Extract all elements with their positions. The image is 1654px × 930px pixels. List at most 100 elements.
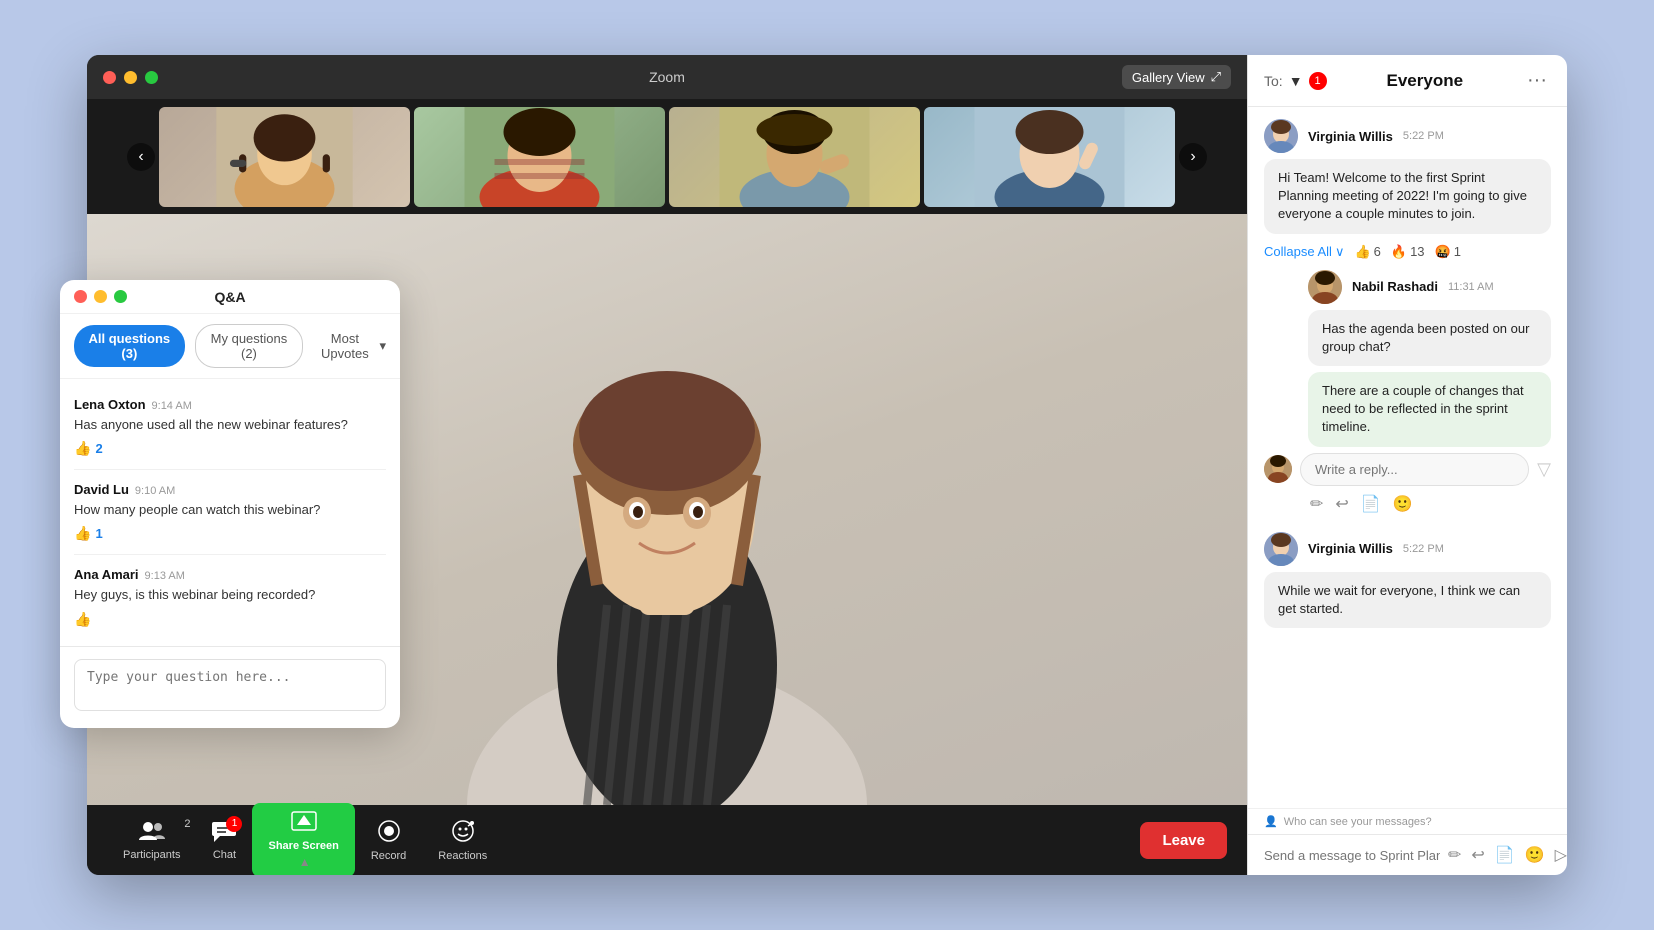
thumbs-up-icon-3: 👍 [74,611,91,628]
qa-q2-like-count: 1 [95,526,102,541]
chat-send-icon[interactable]: ▷ [1555,845,1567,865]
chat-header: To: ▼ 1 Everyone ··· [1248,55,1567,107]
record-button[interactable]: Record [355,813,422,868]
chat-format-icon[interactable]: ✏ [1448,845,1461,865]
participants-icon [139,820,165,846]
qa-q1-like-count: 2 [95,441,102,456]
gallery-view-button[interactable]: Gallery View ⤢ [1122,65,1231,89]
participant-thumb-1 [159,107,410,207]
qa-title: Q&A [214,289,245,305]
virginia-avatar-svg [1264,119,1298,153]
nabil-bubble: Has the agenda been posted on our group … [1308,310,1551,366]
qa-window-controls [74,290,127,303]
strip-prev-button[interactable]: ‹ [127,143,155,171]
chat-toolbar-actions: ✏ ↩ 📄 🙂 ▷ [1448,845,1567,865]
presenter-svg [367,325,967,805]
chat-panel-title: Everyone [1387,71,1464,91]
privacy-text: Who can see your messages? [1284,816,1432,828]
reactions-icon [451,819,475,847]
chat-message-2: Virginia Willis 5:22 PM While we wait fo… [1264,532,1551,628]
participant-thumb-3 [669,107,920,207]
qa-q2-header: David Lu 9:10 AM [74,482,386,497]
reply-avatar [1264,455,1292,483]
reply-action-bar: ✏ ↩ 📄 🙂 [1264,492,1551,516]
privacy-note: 👤 Who can see your messages? [1248,808,1567,834]
qa-q1-header: Lena Oxton 9:14 AM [74,397,386,412]
qa-q2-asker: David Lu [74,482,129,497]
qa-tabs: All questions (3) My questions (2) Most … [60,314,400,379]
participants-count: 2 [184,818,190,830]
qa-question-input[interactable] [74,659,386,711]
qa-minimize-button[interactable] [94,290,107,303]
collapse-all-label: Collapse All [1264,244,1332,259]
privacy-icon: 👤 [1264,815,1278,828]
participant-4-svg [924,107,1175,207]
reactions-button[interactable]: Reactions [422,813,503,868]
record-icon [377,819,401,847]
chat-message-1: Virginia Willis 5:22 PM Hi Team! Welcome… [1264,119,1551,516]
chat-file-icon[interactable]: 📄 [1495,845,1515,865]
share-screen-button[interactable]: Share Screen ▲ [252,803,354,875]
qa-question-2: David Lu 9:10 AM How many people can wat… [74,470,386,555]
qa-maximize-button[interactable] [114,290,127,303]
thumbs-up-icon-2: 👍 [74,525,91,542]
participants-button[interactable]: 2 Participants [107,814,196,867]
reactions-label: Reactions [438,850,487,862]
reply-input-field[interactable] [1300,453,1529,486]
file-icon[interactable]: 📄 [1359,492,1383,516]
qa-q3-time: 9:13 AM [145,570,185,582]
nabil-avatar [1308,270,1342,304]
qa-q2-like-button[interactable]: 👍 1 [74,525,103,542]
chat-loop-icon[interactable]: ↩ [1471,845,1484,865]
nabil-reply-header: Nabil Rashadi 11:31 AM [1308,270,1551,304]
nabil-time: 11:31 AM [1448,281,1494,293]
share-screen-arrow: ▲ [299,855,311,869]
qa-my-questions-tab[interactable]: My questions (2) [195,324,304,368]
reply-avatar-svg [1264,455,1292,483]
virginia-avatar [1264,119,1298,153]
chat-button[interactable]: 1 Chat [196,814,252,867]
loop-icon[interactable]: ↩ [1333,492,1350,516]
participant-2-svg [414,107,665,207]
qa-titlebar: Q&A [60,280,400,314]
emoji-icon[interactable]: 🙂 [1391,492,1415,516]
chat-label: Chat [213,849,236,861]
qa-sort-button[interactable]: Most Upvotes ▾ [313,331,386,361]
participants-strip: ‹ [87,99,1247,214]
qa-close-button[interactable] [74,290,87,303]
participant-thumb-4 [924,107,1175,207]
qa-sort-label: Most Upvotes [313,331,376,361]
collapse-all-button[interactable]: Collapse All ∨ [1264,244,1344,260]
minimize-button[interactable] [124,71,137,84]
fire-reaction: 🔥 13 [1391,244,1425,260]
qa-question-3: Ana Amari 9:13 AM Hey guys, is this webi… [74,555,386,639]
format-icon[interactable]: ✏ [1308,492,1325,516]
virginia-avatar-2-svg [1264,532,1298,566]
qa-q1-like-button[interactable]: 👍 2 [74,440,103,457]
qa-q3-like-button[interactable]: 👍 [74,611,91,628]
participant-3-svg [669,107,920,207]
close-button[interactable] [103,71,116,84]
red-reaction: 🤬 1 [1435,244,1461,260]
qa-all-questions-tab[interactable]: All questions (3) [74,325,185,367]
qa-q3-asker: Ana Amari [74,567,139,582]
participants-label: Participants [123,849,180,861]
leave-button[interactable]: Leave [1140,822,1227,859]
msg-2-sender: Virginia Willis [1308,541,1393,556]
record-label: Record [371,850,406,862]
qa-q1-asker: Lena Oxton [74,397,146,412]
chat-emoji-icon[interactable]: 🙂 [1525,845,1545,865]
chat-msg-2-header: Virginia Willis 5:22 PM [1264,532,1551,566]
chat-more-button[interactable]: ··· [1523,69,1551,92]
chat-to-badge: 1 [1309,72,1327,90]
msg-1-bubble: Hi Team! Welcome to the first Sprint Pla… [1264,159,1551,234]
chat-panel: To: ▼ 1 Everyone ··· [1247,55,1567,875]
reply-input-row: ▽ [1264,453,1551,486]
send-filter-icon[interactable]: ▽ [1537,459,1551,480]
strip-next-button[interactable]: › [1179,143,1207,171]
chat-main-input[interactable] [1264,848,1440,863]
maximize-button[interactable] [145,71,158,84]
participant-1-svg [159,107,410,207]
chat-msg-1-header: Virginia Willis 5:22 PM [1264,119,1551,153]
zoom-titlebar: Zoom Gallery View ⤢ [87,55,1247,99]
